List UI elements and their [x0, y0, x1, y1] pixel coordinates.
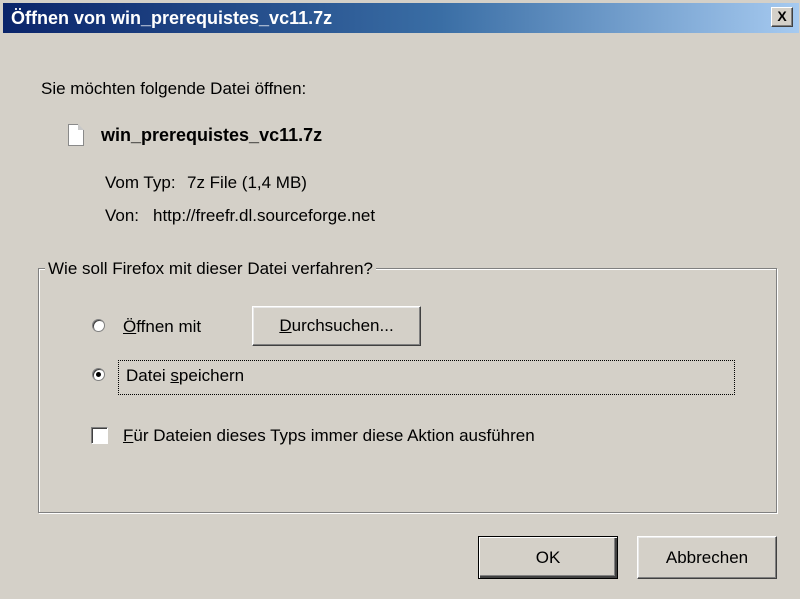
title-bar[interactable]: Öffnen von win_prerequistes_vc11.7z X: [3, 3, 799, 33]
file-source-value: http://freefr.dl.sourceforge.net: [153, 206, 376, 225]
ok-button[interactable]: OK: [478, 536, 618, 579]
open-with-accesskey: Ö: [123, 317, 137, 336]
file-type-value: 7z File (1,4 MB): [187, 173, 307, 192]
save-file-label[interactable]: Datei speichern: [126, 366, 244, 386]
open-with-radio[interactable]: [92, 319, 105, 332]
file-name: win_prerequistes_vc11.7z: [101, 125, 323, 145]
file-type-label: Vom Typ:: [105, 173, 176, 192]
open-with-label[interactable]: Öffnen mit: [123, 317, 201, 337]
radio-selected-dot: [96, 372, 101, 377]
remember-choice-label-text: ür Dateien dieses Typs immer diese Aktio…: [133, 426, 535, 445]
close-icon: X: [777, 8, 787, 24]
browse-label: urchsuchen...: [291, 316, 394, 335]
open-with-label-text: ffnen mit: [136, 317, 202, 336]
cancel-button[interactable]: Abbrechen: [637, 536, 777, 579]
browse-button[interactable]: Durchsuchen...: [252, 306, 421, 346]
save-file-label-text: peichern: [178, 366, 245, 385]
prompt-text: Sie möchten folgende Datei öffnen:: [41, 79, 307, 98]
remember-choice-checkbox[interactable]: [91, 427, 108, 444]
remember-choice-accesskey: F: [123, 426, 134, 445]
window-title: Öffnen von win_prerequistes_vc11.7z: [11, 8, 333, 28]
save-file-accesskey: s: [170, 366, 179, 385]
save-file-radio[interactable]: [92, 368, 105, 381]
file-source-label: Von:: [105, 206, 140, 225]
action-group-legend: Wie soll Firefox mit dieser Datei verfah…: [45, 259, 377, 279]
remember-choice-label[interactable]: Für Dateien dieses Typs immer diese Akti…: [123, 426, 535, 446]
save-file-label-start: Datei: [126, 366, 171, 385]
file-icon: [68, 124, 84, 146]
browse-accesskey: D: [279, 316, 292, 335]
close-button[interactable]: X: [771, 7, 793, 27]
download-dialog: Öffnen von win_prerequistes_vc11.7z X Si…: [0, 0, 800, 599]
